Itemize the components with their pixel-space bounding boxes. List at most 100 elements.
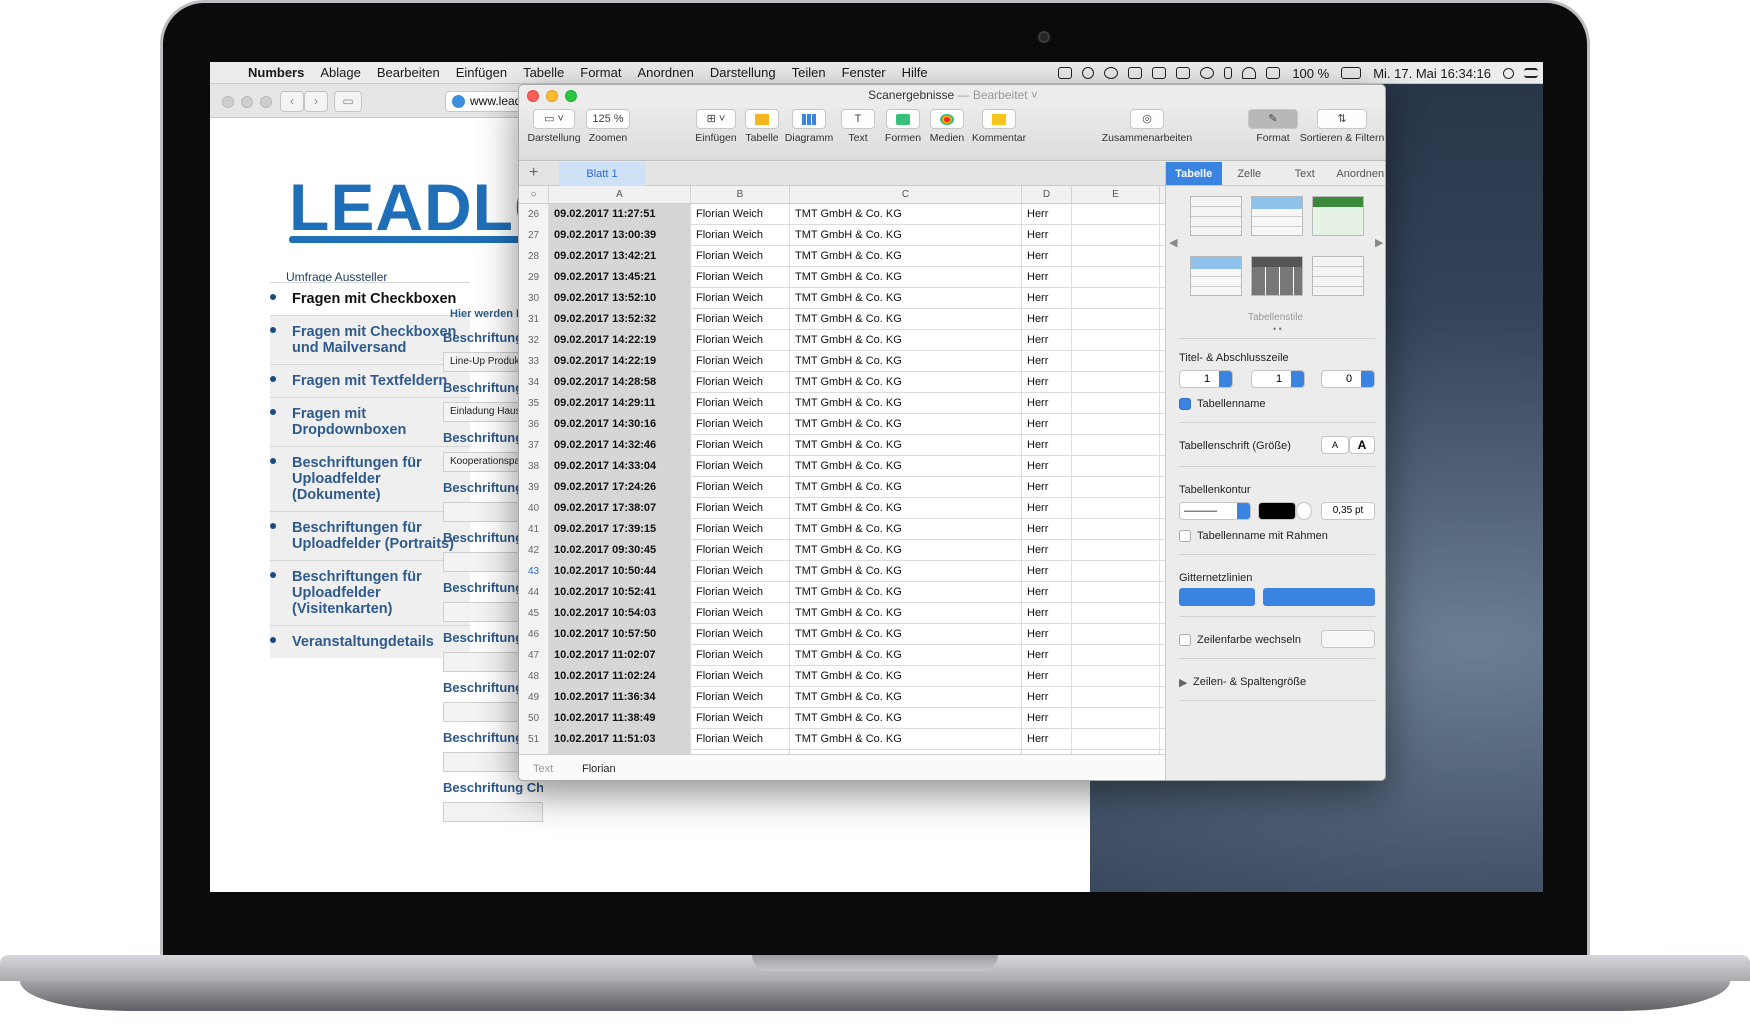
add-sheet-button[interactable]: + xyxy=(529,164,538,182)
header-cols-stepper[interactable]: 1 xyxy=(1251,370,1305,388)
menu-item-hilfe[interactable]: Hilfe xyxy=(894,65,936,80)
cell-timestamp[interactable]: 09.02.2017 14:30:16 xyxy=(549,414,691,435)
comment-button[interactable]: Kommentar xyxy=(971,109,1027,144)
tab-table[interactable]: Tabelle xyxy=(1166,162,1222,185)
nav-item-checkboxes[interactable]: Fragen mit Checkboxen xyxy=(270,282,470,315)
cell-company[interactable]: TMT GmbH & Co. KG xyxy=(790,225,1022,246)
media-button[interactable]: Medien xyxy=(925,109,969,144)
table-style-2[interactable] xyxy=(1251,196,1303,236)
close-icon[interactable] xyxy=(222,96,234,108)
table-row[interactable]: 32 09.02.2017 14:22:19 Florian Weich TMT Gm… xyxy=(519,330,1165,351)
formula-bar[interactable]: Text Florian xyxy=(519,754,1165,780)
cell-salutation[interactable]: Herr xyxy=(1022,519,1072,540)
cell-name[interactable]: Florian Weich xyxy=(691,729,790,750)
cell-empty[interactable] xyxy=(1072,582,1160,603)
outline-style-select[interactable]: ——— xyxy=(1179,502,1251,520)
table-name-checkbox[interactable] xyxy=(1179,398,1191,410)
messages-icon[interactable] xyxy=(1104,67,1119,79)
table-row[interactable]: 51 10.02.2017 11:51:03 Florian Weich TMT Gm… xyxy=(519,729,1165,750)
row-number[interactable]: 36 xyxy=(519,414,549,435)
cell-salutation[interactable]: Herr xyxy=(1022,477,1072,498)
nav-item-checkboxes-mail[interactable]: Fragen mit Checkboxen und Mailversand xyxy=(270,315,470,364)
column-header-b[interactable]: B xyxy=(691,186,790,204)
cell-empty[interactable] xyxy=(1072,708,1160,729)
table-style-3[interactable] xyxy=(1312,196,1364,236)
row-number[interactable]: 34 xyxy=(519,372,549,393)
cell-salutation[interactable]: Herr xyxy=(1022,603,1072,624)
cell-company[interactable]: TMT GmbH & Co. KG xyxy=(790,645,1022,666)
cell-empty[interactable] xyxy=(1072,498,1160,519)
menu-clock[interactable]: Mi. 17. Mai 16:34:16 xyxy=(1366,66,1498,81)
cell-company[interactable]: TMT GmbH & Co. KG xyxy=(790,435,1022,456)
table-button[interactable]: Tabelle xyxy=(741,109,783,144)
cell-company[interactable]: TMT GmbH & Co. KG xyxy=(790,582,1022,603)
cell-name[interactable]: Florian Weich xyxy=(691,666,790,687)
cell-timestamp[interactable]: 10.02.2017 10:50:44 xyxy=(549,561,691,582)
disclosure-icon[interactable]: ▶ xyxy=(1179,676,1187,689)
cell-name[interactable]: Florian Weich xyxy=(691,414,790,435)
stepper-arrows-icon[interactable] xyxy=(1291,371,1304,387)
cell-empty[interactable] xyxy=(1072,393,1160,414)
zoom-button[interactable]: 125 % Zoomen xyxy=(583,109,633,144)
battery-icon[interactable] xyxy=(1341,67,1362,79)
collaborate-button[interactable]: ◎ Zusammenarbeiten xyxy=(1089,109,1205,144)
column-header-e[interactable]: E xyxy=(1072,186,1160,204)
framed-name-checkbox[interactable] xyxy=(1179,530,1191,542)
table-style-1[interactable] xyxy=(1190,196,1242,236)
cell-name[interactable]: Florian Weich xyxy=(691,267,790,288)
cell-timestamp[interactable]: 10.02.2017 11:02:07 xyxy=(549,645,691,666)
notification-center-icon[interactable] xyxy=(1524,68,1538,78)
sheet-tab[interactable]: Blatt 1 xyxy=(559,162,645,186)
cell-company[interactable]: TMT GmbH & Co. KG xyxy=(790,414,1022,435)
row-number[interactable]: 47 xyxy=(519,645,549,666)
cell-timestamp[interactable]: 09.02.2017 17:38:07 xyxy=(549,498,691,519)
row-number[interactable]: 39 xyxy=(519,477,549,498)
cell-timestamp[interactable]: 10.02.2017 11:02:24 xyxy=(549,666,691,687)
column-header-d[interactable]: D xyxy=(1022,186,1072,204)
menu-item-bearbeiten[interactable]: Bearbeiten xyxy=(369,65,448,80)
select-all-icon[interactable]: ○ xyxy=(519,186,549,204)
cell-salutation[interactable]: Herr xyxy=(1022,225,1072,246)
battery-percent[interactable]: 100 % xyxy=(1285,66,1336,81)
table-row[interactable]: 40 09.02.2017 17:38:07 Florian Weich TMT Gm… xyxy=(519,498,1165,519)
cell-timestamp[interactable]: 09.02.2017 13:52:10 xyxy=(549,288,691,309)
table-row[interactable]: 42 10.02.2017 09:30:45 Florian Weich TMT Gm… xyxy=(519,540,1165,561)
cell-timestamp[interactable]: 10.02.2017 09:30:45 xyxy=(549,540,691,561)
table-row[interactable]: 39 09.02.2017 17:24:26 Florian Weich TMT Gm… xyxy=(519,477,1165,498)
row-number[interactable]: 46 xyxy=(519,624,549,645)
cell-salutation[interactable]: Herr xyxy=(1022,246,1072,267)
spreadsheet-grid[interactable]: ○ A B C D E 26 09.02.2017 11:27:51 Florian… xyxy=(519,186,1165,774)
row-number[interactable]: 51 xyxy=(519,729,549,750)
row-number[interactable]: 50 xyxy=(519,708,549,729)
forward-button[interactable]: › xyxy=(304,91,328,112)
row-number[interactable]: 43 xyxy=(519,561,549,582)
cell-name[interactable]: Florian Weich xyxy=(691,246,790,267)
cell-name[interactable]: Florian Weich xyxy=(691,351,790,372)
row-number[interactable]: 44 xyxy=(519,582,549,603)
table-row[interactable]: 37 09.02.2017 14:32:46 Florian Weich TMT Gm… xyxy=(519,435,1165,456)
cell-timestamp[interactable]: 09.02.2017 17:24:26 xyxy=(549,477,691,498)
cell-timestamp[interactable]: 09.02.2017 14:29:11 xyxy=(549,393,691,414)
menu-item-tabelle[interactable]: Tabelle xyxy=(515,65,572,80)
table-style-5[interactable] xyxy=(1251,256,1303,296)
cell-empty[interactable] xyxy=(1072,519,1160,540)
cell-timestamp[interactable]: 09.02.2017 14:22:19 xyxy=(549,351,691,372)
cell-salutation[interactable]: Herr xyxy=(1022,267,1072,288)
nav-item-event-details[interactable]: Veranstaltungdetails xyxy=(270,625,470,658)
outline-color-well[interactable] xyxy=(1258,502,1296,520)
table-row[interactable]: 45 10.02.2017 10:54:03 Florian Weich TMT Gm… xyxy=(519,603,1165,624)
alternate-rows-checkbox[interactable] xyxy=(1179,634,1191,646)
cell-name[interactable]: Florian Weich xyxy=(691,645,790,666)
cell-empty[interactable] xyxy=(1072,330,1160,351)
cell-salutation[interactable]: Herr xyxy=(1022,330,1072,351)
row-number[interactable]: 28 xyxy=(519,246,549,267)
cell-empty[interactable] xyxy=(1072,267,1160,288)
table-row[interactable]: 33 09.02.2017 14:22:19 Florian Weich TMT Gm… xyxy=(519,351,1165,372)
cell-name[interactable]: Florian Weich xyxy=(691,225,790,246)
next-style-icon[interactable]: ▶ xyxy=(1375,236,1383,249)
wifi-icon[interactable] xyxy=(1242,67,1257,79)
table-row[interactable]: 27 09.02.2017 13:00:39 Florian Weich TMT Gm… xyxy=(519,225,1165,246)
cell-empty[interactable] xyxy=(1072,351,1160,372)
gridlines-header-buttons[interactable] xyxy=(1179,588,1255,606)
cell-name[interactable]: Florian Weich xyxy=(691,204,790,225)
